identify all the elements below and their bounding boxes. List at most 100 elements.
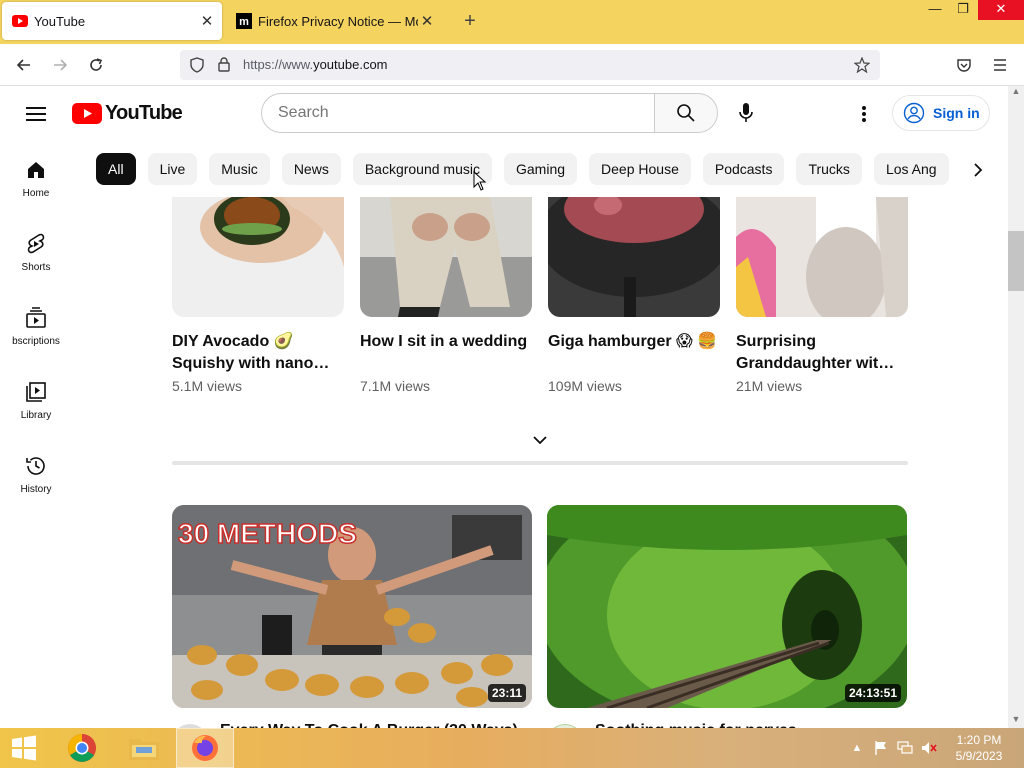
video-thumbnail[interactable]: 30 METHODS 23:11 (172, 505, 532, 708)
search-button[interactable] (654, 93, 718, 133)
tab-firefox-privacy[interactable]: m Firefox Privacy Notice — Mozilla ✕ (230, 2, 442, 40)
chip-los-angeles[interactable]: Los Ang (873, 153, 949, 185)
search-box[interactable] (261, 93, 655, 133)
tab-title: YouTube (34, 13, 86, 29)
reload-button[interactable] (84, 53, 108, 77)
close-tab-icon[interactable]: ✕ (198, 12, 216, 30)
sidebar-item-library[interactable]: Library (0, 364, 72, 424)
bookmark-star-icon[interactable] (854, 57, 870, 73)
reload-icon (90, 58, 103, 71)
library-icon (26, 382, 46, 402)
scrollbar-thumb[interactable] (1008, 231, 1024, 291)
short-card[interactable]: Surprising Granddaughter wit… 21M views (736, 197, 908, 394)
show-more-shorts-button[interactable] (530, 432, 550, 448)
short-thumbnail[interactable] (172, 197, 344, 317)
sidebar-item-label: Shorts (21, 262, 51, 273)
short-card[interactable]: How I sit in a wedding 7.1M views (360, 197, 532, 394)
network-icon[interactable] (896, 740, 914, 756)
voice-search-button[interactable] (730, 97, 762, 129)
system-clock[interactable]: 1:20 PM 5/9/2023 (946, 732, 1012, 764)
chip-podcasts[interactable]: Podcasts (702, 153, 785, 185)
close-tab-icon[interactable]: ✕ (418, 12, 436, 30)
firefox-icon (192, 735, 218, 761)
clock-date: 5/9/2023 (955, 749, 1003, 763)
chips-next-button[interactable] (962, 154, 994, 186)
sidebar-item-label: Home (22, 188, 50, 199)
app-menu-button[interactable] (988, 53, 1012, 77)
chip-all[interactable]: All (96, 153, 136, 185)
close-window-button[interactable]: ✕ (978, 0, 1024, 20)
search-input[interactable] (278, 94, 638, 132)
filter-chips: All Live Music News Background music Gaming De… (96, 153, 972, 185)
chip-deep-house[interactable]: Deep House (589, 153, 691, 185)
forward-button[interactable] (48, 53, 72, 77)
lock-icon[interactable] (218, 57, 230, 72)
forward-arrow-icon (54, 59, 68, 71)
subscriptions-icon (26, 307, 46, 328)
settings-menu-button[interactable] (850, 100, 878, 128)
video-duration: 23:11 (487, 684, 526, 702)
short-title[interactable]: How I sit in a wedding (360, 331, 532, 375)
sign-in-button[interactable]: Sign in (892, 95, 990, 131)
short-title[interactable]: Surprising Granddaughter wit… (736, 331, 908, 375)
video-card[interactable]: 24:13:51 Soothing music for nerves (547, 505, 907, 740)
sidebar-item-subscriptions[interactable]: bscriptions (0, 290, 72, 350)
scroll-up-icon[interactable]: ▲ (1008, 86, 1024, 100)
short-thumbnail[interactable] (736, 197, 908, 317)
page-scrollbar[interactable]: ▲ ▼ (1008, 86, 1024, 728)
video-duration: 24:13:51 (844, 684, 901, 702)
taskbar-firefox[interactable] (176, 728, 234, 768)
chip-gaming[interactable]: Gaming (504, 153, 578, 185)
taskbar-file-explorer[interactable] (116, 728, 172, 768)
short-card[interactable]: DIY Avocado 🥑 Squishy with nano… 5.1M vi… (172, 197, 344, 394)
minimize-button[interactable]: — (920, 0, 950, 20)
chip-trucks[interactable]: Trucks (796, 153, 862, 185)
section-divider (172, 461, 908, 465)
video-card[interactable]: 30 METHODS 23:11 Every Way To Cook A Bur… (172, 505, 532, 740)
mozilla-favicon-icon: m (236, 13, 252, 29)
logo-text: YouTube (105, 102, 183, 124)
url-text: https://www.youtube.com (243, 57, 388, 72)
back-arrow-icon (16, 59, 30, 71)
short-thumbnail[interactable] (548, 197, 720, 317)
show-hidden-icons[interactable]: ▲ (850, 740, 864, 756)
volume-muted-icon[interactable] (920, 740, 938, 756)
address-bar[interactable]: https://www.youtube.com (180, 50, 880, 80)
youtube-favicon-icon (12, 13, 28, 29)
short-title[interactable]: Giga hamburger 😱 🍔 (548, 331, 720, 375)
restore-button[interactable]: ❐ (948, 0, 978, 20)
sidebar-item-history[interactable]: History (0, 438, 72, 498)
new-tab-button[interactable]: + (458, 10, 482, 34)
guide-menu-button[interactable] (24, 104, 48, 124)
chip-music[interactable]: Music (209, 153, 270, 185)
pocket-icon (957, 59, 971, 72)
short-title[interactable]: DIY Avocado 🥑 Squishy with nano… (172, 331, 344, 375)
clock-time: 1:20 PM (956, 733, 1002, 747)
pocket-button[interactable] (952, 53, 976, 77)
shield-icon[interactable] (190, 57, 204, 73)
youtube-logo[interactable]: YouTube (72, 102, 183, 125)
short-thumbnail[interactable] (360, 197, 532, 317)
chip-live[interactable]: Live (147, 153, 198, 185)
browser-tab-bar: YouTube ✕ m Firefox Privacy Notice — Moz… (0, 0, 1024, 44)
back-button[interactable] (12, 53, 36, 77)
chip-news[interactable]: News (281, 153, 341, 185)
video-thumbnail[interactable]: 24:13:51 (547, 505, 907, 708)
start-button[interactable] (0, 728, 48, 768)
history-icon (26, 457, 45, 475)
youtube-logo-icon (72, 103, 102, 124)
browser-nav-bar: https://www.youtube.com (0, 44, 1024, 86)
windows-taskbar: ▲ 1:20 PM 5/9/2023 (0, 728, 1024, 768)
tab-youtube[interactable]: YouTube ✕ (2, 2, 222, 40)
microphone-icon (739, 103, 753, 122)
sidebar-item-home[interactable]: Home (0, 142, 72, 202)
chip-background-music[interactable]: Background music (352, 153, 492, 185)
taskbar-chrome[interactable] (58, 728, 106, 768)
sidebar-item-label: Library (20, 410, 52, 421)
action-center-flag-icon[interactable] (872, 740, 890, 756)
sidebar-item-shorts[interactable]: Shorts (0, 216, 72, 276)
short-card[interactable]: Giga hamburger 😱 🍔 109M views (548, 197, 720, 394)
account-icon (903, 102, 925, 124)
mouse-cursor-icon (473, 171, 487, 191)
scroll-down-icon[interactable]: ▼ (1008, 714, 1024, 728)
